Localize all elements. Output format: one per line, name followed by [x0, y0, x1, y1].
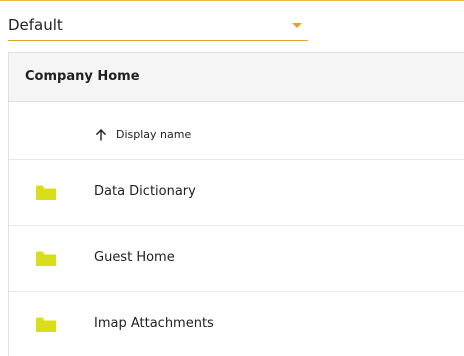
- content-panel: Company Home Display name Data Dictionar…: [8, 52, 464, 356]
- display-name-column-header: Display name: [116, 128, 192, 141]
- table-row[interactable]: Data Dictionary: [9, 160, 464, 226]
- site-filter-value: Default: [8, 16, 63, 34]
- folder-icon: [36, 251, 56, 266]
- breadcrumb-current-folder[interactable]: Company Home: [25, 69, 140, 84]
- breadcrumb: Company Home: [9, 53, 464, 102]
- site-filter-dropdown[interactable]: Default: [8, 9, 308, 41]
- folder-name: Data Dictionary: [94, 184, 196, 199]
- table-row[interactable]: Guest Home: [9, 226, 464, 292]
- folder-icon: [36, 185, 56, 200]
- arrow-up-icon: [96, 128, 106, 141]
- folder-icon: [36, 317, 56, 332]
- document-library-page: Default Company Home Display name Data D…: [0, 0, 464, 356]
- folder-name: Guest Home: [94, 250, 175, 265]
- table-header: Display name: [9, 102, 464, 160]
- table-row[interactable]: Imap Attachments: [9, 292, 464, 356]
- folder-name: Imap Attachments: [94, 316, 214, 331]
- caret-down-icon: [292, 23, 302, 28]
- sort-by-display-name-button[interactable]: Display name: [95, 128, 191, 141]
